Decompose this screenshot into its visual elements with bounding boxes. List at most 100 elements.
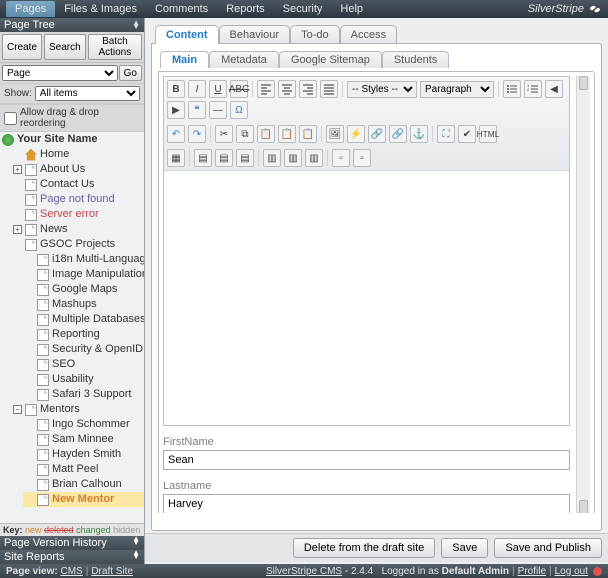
- firstname-input[interactable]: [163, 450, 570, 470]
- expand-toggle[interactable]: −: [13, 405, 22, 414]
- copy-button[interactable]: ⧉: [236, 125, 254, 143]
- tree-contact[interactable]: Contact Us: [40, 177, 94, 192]
- expand-toggle[interactable]: +: [13, 225, 22, 234]
- tab-sitemap[interactable]: Google Sitemap: [279, 51, 382, 68]
- ol-button[interactable]: 12: [524, 80, 542, 98]
- tab-access[interactable]: Access: [340, 25, 397, 44]
- tab-students[interactable]: Students: [382, 51, 449, 68]
- menu-help[interactable]: Help: [331, 1, 372, 17]
- cms-link[interactable]: CMS: [60, 566, 82, 577]
- cell-merge-button[interactable]: ▫: [353, 149, 371, 167]
- delete-draft-button[interactable]: Delete from the draft site: [293, 538, 435, 558]
- paste-button[interactable]: 📋: [257, 125, 275, 143]
- page-tree-header[interactable]: Page Tree ▲▼: [0, 18, 144, 32]
- tree-news[interactable]: News: [40, 222, 68, 237]
- cut-button[interactable]: ✂: [215, 125, 233, 143]
- tree-item[interactable]: Multiple Databases: [52, 312, 144, 327]
- flash-button[interactable]: ⚡: [347, 125, 365, 143]
- align-left-button[interactable]: [257, 80, 275, 98]
- tab-main[interactable]: Main: [160, 51, 209, 68]
- lastname-input[interactable]: [163, 494, 570, 513]
- editor-textarea[interactable]: [164, 171, 569, 425]
- undo-button[interactable]: ↶: [167, 125, 185, 143]
- ul-button[interactable]: [503, 80, 521, 98]
- italic-button[interactable]: I: [188, 80, 206, 98]
- blockquote-button[interactable]: ❝: [188, 101, 206, 119]
- tree-item[interactable]: i18n Multi-Language: [52, 252, 144, 267]
- indent-button[interactable]: ▶: [167, 101, 185, 119]
- tab-todo[interactable]: To-do: [290, 25, 340, 44]
- search-button[interactable]: Search: [44, 34, 86, 60]
- tree-servererror[interactable]: Server error: [40, 207, 99, 222]
- go-button[interactable]: Go: [119, 65, 142, 81]
- hr-button[interactable]: —: [209, 101, 227, 119]
- tree-home[interactable]: Home: [40, 147, 69, 162]
- site-reports-panel[interactable]: Site Reports▲▼: [0, 550, 144, 564]
- save-button[interactable]: Save: [441, 538, 488, 558]
- tree-item[interactable]: Matt Peel: [52, 462, 98, 477]
- tree-item[interactable]: Brian Calhoun: [52, 477, 122, 492]
- anchor-button[interactable]: ⚓: [410, 125, 428, 143]
- bold-button[interactable]: B: [167, 80, 185, 98]
- menu-pages[interactable]: Pages: [6, 1, 55, 17]
- logout-link[interactable]: Log out: [555, 566, 588, 577]
- spell-button[interactable]: ✔: [458, 125, 476, 143]
- page-type-select[interactable]: Page: [2, 65, 118, 81]
- tree-item[interactable]: Hayden Smith: [52, 447, 121, 462]
- link-button[interactable]: 🔗: [368, 125, 386, 143]
- menu-files[interactable]: Files & Images: [55, 1, 146, 17]
- menu-security[interactable]: Security: [274, 1, 332, 17]
- save-publish-button[interactable]: Save and Publish: [494, 538, 602, 558]
- strike-button[interactable]: ABC: [230, 80, 248, 98]
- styles-select[interactable]: -- Styles --: [347, 81, 417, 98]
- row-after-button[interactable]: ▤: [215, 149, 233, 167]
- menu-comments[interactable]: Comments: [146, 1, 217, 17]
- table-button[interactable]: ▦: [167, 149, 185, 167]
- tree-item[interactable]: Usability: [52, 372, 94, 387]
- row-before-button[interactable]: ▤: [194, 149, 212, 167]
- create-button[interactable]: Create: [2, 34, 42, 60]
- tree-root[interactable]: Your Site Name: [17, 132, 98, 147]
- tab-behaviour[interactable]: Behaviour: [219, 25, 291, 44]
- format-select[interactable]: Paragraph: [420, 81, 494, 98]
- collapse-icon[interactable]: ▲▼: [132, 21, 140, 29]
- tree-item[interactable]: Security & OpenID: [52, 342, 143, 357]
- show-select[interactable]: All items: [35, 86, 140, 101]
- tree-item[interactable]: Image Manipulation: [52, 267, 144, 282]
- paste-text-button[interactable]: 📋: [278, 125, 296, 143]
- row-delete-button[interactable]: ▤: [236, 149, 254, 167]
- outdent-button[interactable]: ◀: [545, 80, 563, 98]
- tree-gsoc[interactable]: GSOC Projects: [40, 237, 115, 252]
- scrollbar[interactable]: [576, 76, 590, 513]
- align-center-button[interactable]: [278, 80, 296, 98]
- profile-link[interactable]: Profile: [518, 566, 546, 577]
- tree-item[interactable]: Ingo Schommer: [52, 417, 130, 432]
- tree-about[interactable]: About Us: [40, 162, 85, 177]
- tree-new-mentor[interactable]: New Mentor: [52, 492, 114, 507]
- unlink-button[interactable]: 🔗: [389, 125, 407, 143]
- align-right-button[interactable]: [299, 80, 317, 98]
- char-button[interactable]: Ω: [230, 101, 248, 119]
- page-version-history-panel[interactable]: Page Version History▲▼: [0, 536, 144, 550]
- cell-split-button[interactable]: ▫: [332, 149, 350, 167]
- col-after-button[interactable]: ▥: [284, 149, 302, 167]
- paste-word-button[interactable]: 📋: [299, 125, 317, 143]
- image-button[interactable]: 🖼: [326, 125, 344, 143]
- tree-item[interactable]: Sam Minnee: [52, 432, 114, 447]
- tree-item[interactable]: SEO: [52, 357, 75, 372]
- align-justify-button[interactable]: [320, 80, 338, 98]
- tree-item[interactable]: Reporting: [52, 327, 100, 342]
- tab-metadata[interactable]: Metadata: [209, 51, 279, 68]
- expand-toggle[interactable]: +: [13, 165, 22, 174]
- site-tree[interactable]: Your Site Name Home + About Us Contact Us…: [0, 132, 144, 523]
- tree-item[interactable]: Safari 3 Support: [52, 387, 132, 402]
- batch-button[interactable]: Batch Actions: [88, 34, 142, 60]
- fullscreen-button[interactable]: ⛶: [437, 125, 455, 143]
- tab-content[interactable]: Content: [155, 25, 219, 44]
- tree-item[interactable]: Google Maps: [52, 282, 117, 297]
- code-button[interactable]: HTML: [479, 125, 497, 143]
- underline-button[interactable]: U: [209, 80, 227, 98]
- redo-button[interactable]: ↷: [188, 125, 206, 143]
- col-before-button[interactable]: ▥: [263, 149, 281, 167]
- tree-mentors[interactable]: Mentors: [40, 402, 80, 417]
